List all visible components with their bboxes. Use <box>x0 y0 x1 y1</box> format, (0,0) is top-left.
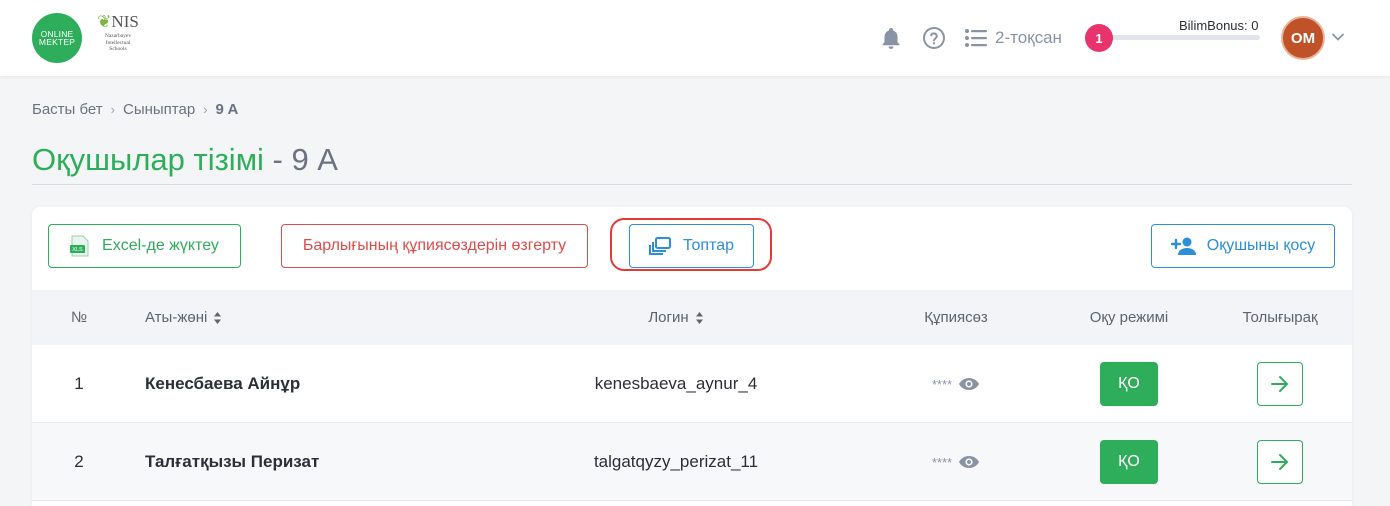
bell-icon[interactable] <box>879 26 903 50</box>
add-user-icon <box>1170 237 1196 255</box>
student-login: talgatqyzy_perizat_11 <box>593 452 759 471</box>
breadcrumb-classes[interactable]: Сыныптар <box>123 101 195 118</box>
password-cell: **** <box>912 345 1000 423</box>
table-header: № Аты-жөні Логин Құпиясөз Оқу режимі Тол… <box>32 290 1352 345</box>
column-details: Толығырақ <box>1242 309 1318 326</box>
page-title: Оқушылар тізімі - 9 A <box>32 142 338 178</box>
breadcrumb: Басты бет › Сыныптар › 9 A <box>32 101 238 118</box>
column-learning-mode: Оқу режимі <box>1089 309 1169 326</box>
eye-icon[interactable] <box>958 377 980 391</box>
column-number: № <box>70 309 88 326</box>
row-number: 1 <box>74 374 84 393</box>
password-mask: **** <box>931 454 953 470</box>
groups-button[interactable]: Топтар <box>629 224 754 268</box>
excel-download-label: Excel-де жүктеу <box>102 237 219 254</box>
quarter-selector[interactable]: 2-тоқсан <box>965 26 1062 50</box>
details-button[interactable] <box>1257 440 1303 484</box>
sort-icon <box>695 311 703 324</box>
nis-logo: ❦NIS Nazarbayev Intellectual Schools <box>92 13 144 65</box>
column-password: Құпиясөз <box>924 309 988 326</box>
details-button[interactable] <box>1257 362 1303 406</box>
online-mektep-logo[interactable]: ONLINE MEKTEP <box>32 13 82 63</box>
students-card: XLS Excel-де жүктеу Барлығының құпиясөзд… <box>32 207 1352 506</box>
password-mask: **** <box>931 376 953 392</box>
quarter-label: 2-тоқсан <box>995 28 1062 47</box>
title-divider <box>32 184 1352 185</box>
bilimbonus-label: BilimBonus: 0 <box>1179 18 1259 33</box>
bilimbonus-progress-bar <box>1100 35 1260 40</box>
help-icon[interactable] <box>922 26 946 50</box>
nis-logo-sub-3: Schools <box>109 46 127 52</box>
add-student-label: Оқушыны қосу <box>1206 237 1316 254</box>
page-title-main: Оқушылар тізімі <box>32 142 264 177</box>
table-row: 1 Кенесбаева Айнұр kenesbaeva_aynur_4 **… <box>32 345 1352 423</box>
add-student-button[interactable]: Оқушыны қосу <box>1151 224 1335 268</box>
breadcrumb-current: 9 A <box>215 101 239 118</box>
eye-icon[interactable] <box>958 455 980 469</box>
column-login-label: Логин <box>648 309 689 326</box>
column-name-sortable[interactable]: Аты-жөні <box>145 290 222 345</box>
learning-mode-button[interactable]: ҚО <box>1100 362 1158 406</box>
student-name: Кенесбаева Айнұр <box>145 374 301 393</box>
student-login: kenesbaeva_aynur_4 <box>594 374 758 393</box>
user-avatar[interactable]: OM <box>1281 16 1325 60</box>
logo-line-2: MEKTEP <box>38 37 76 47</box>
list-icon <box>965 29 987 47</box>
column-login-sortable[interactable]: Логин <box>492 290 860 345</box>
top-header: ONLINE MEKTEP ❦NIS Nazarbayev Intellectu… <box>0 0 1390 76</box>
bilimbonus-level-badge: 1 <box>1085 24 1113 52</box>
svg-text:XLS: XLS <box>72 247 83 253</box>
breadcrumb-home[interactable]: Басты бет <box>32 101 103 118</box>
groups-icon <box>648 237 671 255</box>
reset-all-passwords-button[interactable]: Барлығының құпиясөздерін өзгерту <box>281 224 588 268</box>
chevron-down-icon[interactable] <box>1331 30 1345 44</box>
chevron-right-icon: › <box>110 102 115 117</box>
arrow-right-icon <box>1271 376 1288 392</box>
xls-file-icon: XLS <box>70 235 89 257</box>
column-name-label: Аты-жөні <box>145 309 208 326</box>
password-cell: **** <box>912 423 1000 501</box>
learning-mode-button[interactable]: ҚО <box>1100 440 1158 484</box>
groups-label: Топтар <box>682 237 735 254</box>
nis-logo-mark: NIS <box>111 12 139 31</box>
page-title-class: - 9 A <box>263 142 338 177</box>
student-name: Талғатқызы Перизат <box>145 452 320 471</box>
excel-download-button[interactable]: XLS Excel-де жүктеу <box>48 224 241 268</box>
sort-icon <box>214 311 222 324</box>
arrow-right-icon <box>1271 454 1288 470</box>
reset-all-passwords-label: Барлығының құпиясөздерін өзгерту <box>302 237 567 254</box>
chevron-right-icon: › <box>203 102 208 117</box>
table-row: 2 Талғатқызы Перизат talgatqyzy_perizat_… <box>32 423 1352 501</box>
row-number: 2 <box>74 452 84 471</box>
